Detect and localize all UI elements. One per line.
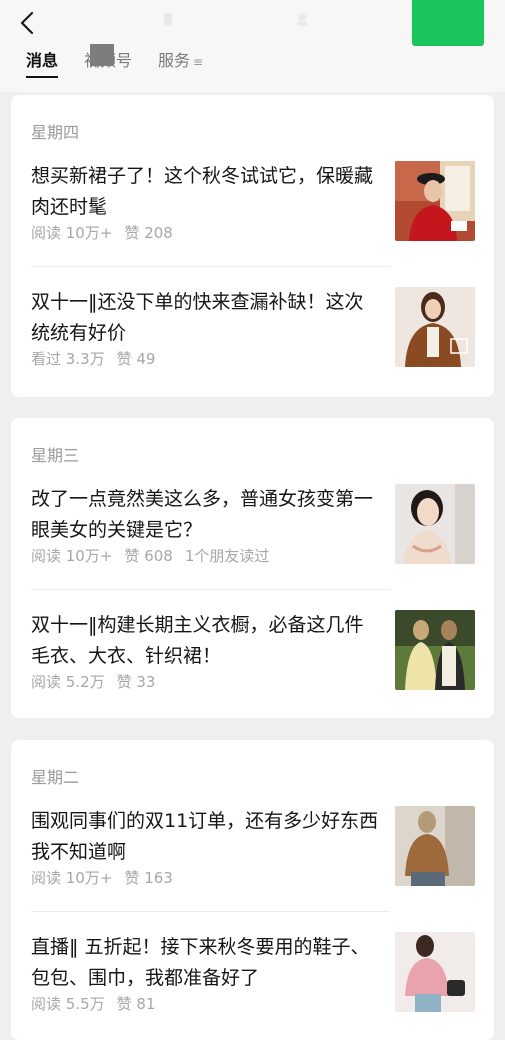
- article-meta: 阅读 10万+ 赞 208: [31, 222, 185, 243]
- article-title: 围观同事们的双11订单，还有多少好东西我不知道啊: [31, 810, 379, 863]
- day-label: 星期三: [31, 446, 80, 465]
- article-thumbnail: [395, 932, 475, 1012]
- tab-bar: 消息 视频号 服务≡: [26, 48, 203, 80]
- divider: [31, 911, 390, 912]
- article-thumbnail: [395, 806, 475, 886]
- article-item[interactable]: 改了一点竟然美这么多，普通女孩变第一眼美女的关键是它？ 阅读 10万+ 赞 608…: [31, 484, 475, 569]
- day-group-card: 星期四 想买新裙子了！这个秋冬试试它，保暖藏肉还时髦 阅读 10万+ 赞 208 …: [11, 95, 494, 397]
- action-button-green[interactable]: [412, 0, 484, 46]
- article-title: 改了一点竟然美这么多，普通女孩变第一眼美女的关键是它？: [31, 488, 374, 541]
- article-meta: 看过 3.3万赞 49: [31, 348, 167, 369]
- view-count: 看过 3.3万: [31, 350, 105, 368]
- back-button[interactable]: [14, 8, 40, 38]
- read-count: 阅读 10万+: [31, 869, 113, 887]
- article-meta: 阅读 10万+ 赞 163: [31, 867, 185, 888]
- article-title: 双十一‖还没下单的快来查漏补缺！这次统统有好价: [31, 291, 364, 344]
- article-meta: 阅读 10万+ 赞 608 1个朋友读过: [31, 545, 281, 566]
- article-item[interactable]: 想买新裙子了！这个秋冬试试它，保暖藏肉还时髦 阅读 10万+ 赞 208: [31, 161, 475, 246]
- like-count: 赞 208: [124, 224, 173, 242]
- tab-services[interactable]: 服务 ≡: [158, 48, 203, 75]
- article-item[interactable]: 围观同事们的双11订单，还有多少好东西我不知道啊 阅读 10万+ 赞 163: [31, 806, 475, 891]
- menu-lines-icon: ≡: [193, 55, 204, 69]
- read-count: 阅读 5.2万: [31, 673, 105, 691]
- divider: [31, 266, 390, 267]
- day-group-card: 星期三 改了一点竟然美这么多，普通女孩变第一眼美女的关键是它？ 阅读 10万+ 赞…: [11, 418, 494, 718]
- article-title: 想买新裙子了！这个秋冬试试它，保暖藏肉还时髦: [31, 165, 374, 218]
- article-meta: 阅读 5.5万赞 81: [31, 993, 167, 1014]
- article-thumbnail: [395, 161, 475, 241]
- article-item[interactable]: 双十一‖构建长期主义衣橱，必备这几件毛衣、大衣、针织裙！ 阅读 5.2万赞 33: [31, 610, 475, 695]
- like-count: 赞 163: [124, 869, 173, 887]
- like-count: 赞 608: [124, 547, 173, 565]
- top-bar: 消息 视频号 服务≡: [0, 0, 505, 92]
- tab-label: 消息: [26, 51, 59, 70]
- read-count: 阅读 5.5万: [31, 995, 105, 1013]
- faint-icon: [297, 13, 307, 26]
- chevron-left-icon: [20, 11, 34, 35]
- divider: [31, 589, 390, 590]
- faint-icon: [164, 13, 172, 25]
- like-count: 赞 49: [116, 350, 156, 368]
- tab-label: 服务: [158, 51, 191, 70]
- like-count: 赞 33: [116, 673, 156, 691]
- article-thumbnail: [395, 610, 475, 690]
- article-title: 双十一‖构建长期主义衣橱，必备这几件毛衣、大衣、针织裙！: [31, 614, 364, 667]
- article-meta: 阅读 5.2万赞 33: [31, 671, 167, 692]
- read-count: 阅读 10万+: [31, 224, 113, 242]
- like-count: 赞 81: [116, 995, 156, 1013]
- day-label: 星期四: [31, 123, 80, 142]
- redacted-block: [90, 44, 114, 66]
- article-thumbnail: [395, 484, 475, 564]
- article-item[interactable]: 双十一‖还没下单的快来查漏补缺！这次统统有好价 看过 3.3万赞 49: [31, 287, 475, 372]
- friends-read: 1个朋友读过: [184, 547, 270, 565]
- day-group-card: 星期二 围观同事们的双11订单，还有多少好东西我不知道啊 阅读 10万+ 赞 16…: [11, 740, 494, 1040]
- tab-messages[interactable]: 消息: [26, 48, 59, 78]
- read-count: 阅读 10万+: [31, 547, 113, 565]
- article-title: 直播‖ 五折起！接下来秋冬要用的鞋子、包包、围巾，我都准备好了: [31, 936, 370, 989]
- day-label: 星期二: [31, 768, 80, 787]
- article-thumbnail: [395, 287, 475, 367]
- article-item[interactable]: 直播‖ 五折起！接下来秋冬要用的鞋子、包包、围巾，我都准备好了 阅读 5.5万赞…: [31, 932, 475, 1017]
